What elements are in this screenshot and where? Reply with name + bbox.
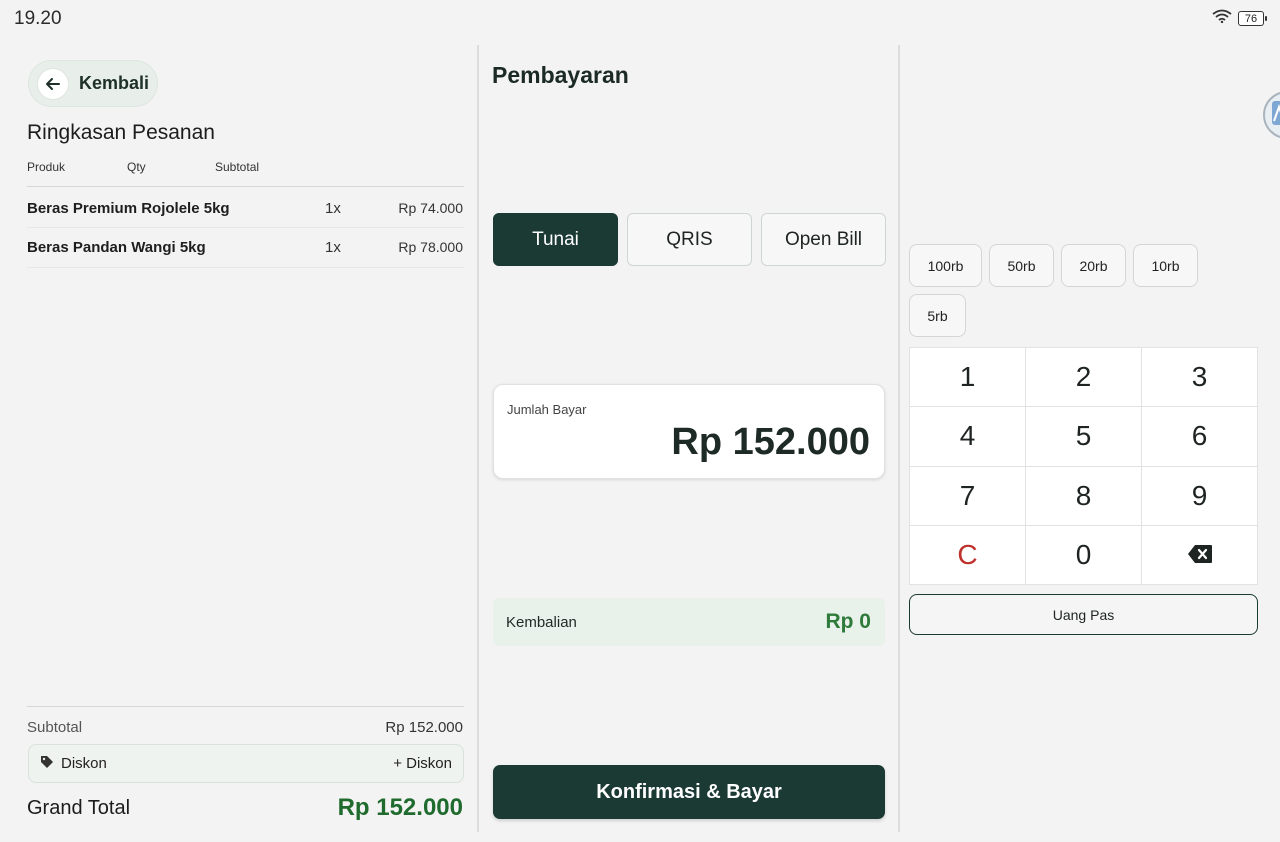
item-subtotal: Rp 74.000 xyxy=(398,200,463,216)
add-discount-button[interactable]: + Diskon xyxy=(393,755,452,772)
item-qty: 1x xyxy=(325,200,341,217)
discount-label: Diskon xyxy=(61,755,107,772)
panel-divider-right xyxy=(898,45,900,832)
row-divider xyxy=(27,267,464,268)
wifi-icon xyxy=(1212,9,1232,28)
key-4[interactable]: 4 xyxy=(910,407,1025,466)
status-time: 19.20 xyxy=(14,8,62,29)
key-0[interactable]: 0 xyxy=(1026,525,1141,584)
backspace-icon xyxy=(1187,539,1213,571)
subtotal-value: Rp 152.000 xyxy=(385,719,463,736)
amount-paid-label: Jumlah Bayar xyxy=(507,402,587,417)
key-clear[interactable]: C xyxy=(910,525,1025,584)
numeric-keypad: 1 2 3 4 5 6 7 8 9 C 0 xyxy=(909,347,1258,585)
key-6[interactable]: 6 xyxy=(1142,407,1257,466)
amount-paid-card[interactable]: Jumlah Bayar Rp 152.000 xyxy=(493,384,885,479)
item-qty: 1x xyxy=(325,239,341,256)
key-backspace[interactable] xyxy=(1142,525,1257,584)
column-header-product: Produk xyxy=(27,160,66,174)
subtotal-label: Subtotal xyxy=(27,719,83,736)
status-icons: 76 xyxy=(1212,9,1267,28)
confirm-pay-button[interactable]: Konfirmasi & Bayar xyxy=(493,765,885,819)
quick-amount-5rb[interactable]: 5rb xyxy=(909,294,966,337)
tag-icon xyxy=(40,755,54,773)
method-qris-button[interactable]: QRIS xyxy=(627,213,752,266)
floating-assist-button[interactable] xyxy=(1263,91,1280,139)
grand-total-value: Rp 152.000 xyxy=(337,794,463,821)
key-8[interactable]: 8 xyxy=(1026,466,1141,525)
item-name: Beras Premium Rojolele 5kg xyxy=(27,200,230,217)
key-1[interactable]: 1 xyxy=(910,348,1025,407)
quick-amount-100rb[interactable]: 100rb xyxy=(909,244,982,287)
key-3[interactable]: 3 xyxy=(1142,348,1257,407)
key-2[interactable]: 2 xyxy=(1026,348,1141,407)
change-label: Kembalian xyxy=(506,613,577,631)
grand-total-label: Grand Total xyxy=(27,797,131,819)
method-open-bill-button[interactable]: Open Bill xyxy=(761,213,886,266)
item-name: Beras Pandan Wangi 5kg xyxy=(27,239,206,256)
quick-amount-10rb[interactable]: 10rb xyxy=(1133,244,1198,287)
change-value: Rp 0 xyxy=(825,610,871,633)
change-row: Kembalian Rp 0 xyxy=(493,598,885,646)
panel-divider-left xyxy=(477,45,479,832)
row-divider xyxy=(27,227,464,228)
arrow-left-icon xyxy=(37,67,69,100)
quick-amount-20rb[interactable]: 20rb xyxy=(1061,244,1126,287)
key-9[interactable]: 9 xyxy=(1142,466,1257,525)
order-summary-title: Ringkasan Pesanan xyxy=(27,121,215,144)
item-subtotal: Rp 78.000 xyxy=(398,239,463,255)
summary-divider xyxy=(27,706,464,707)
back-label: Kembali xyxy=(79,73,150,93)
battery-icon: 76 xyxy=(1238,11,1267,26)
discount-row: Diskon + Diskon xyxy=(28,744,464,783)
back-button[interactable]: Kembali xyxy=(28,60,158,107)
method-cash-button[interactable]: Tunai xyxy=(493,213,618,266)
quick-amount-50rb[interactable]: 50rb xyxy=(989,244,1054,287)
exact-amount-button[interactable]: Uang Pas xyxy=(909,594,1258,635)
table-header-divider xyxy=(27,186,464,187)
amount-paid-value: Rp 152.000 xyxy=(671,421,870,463)
column-header-qty: Qty xyxy=(127,160,146,174)
column-header-subtotal: Subtotal xyxy=(215,160,260,174)
payment-title: Pembayaran xyxy=(492,62,629,88)
assist-icon xyxy=(1272,100,1280,130)
key-5[interactable]: 5 xyxy=(1026,407,1141,466)
key-7[interactable]: 7 xyxy=(910,466,1025,525)
